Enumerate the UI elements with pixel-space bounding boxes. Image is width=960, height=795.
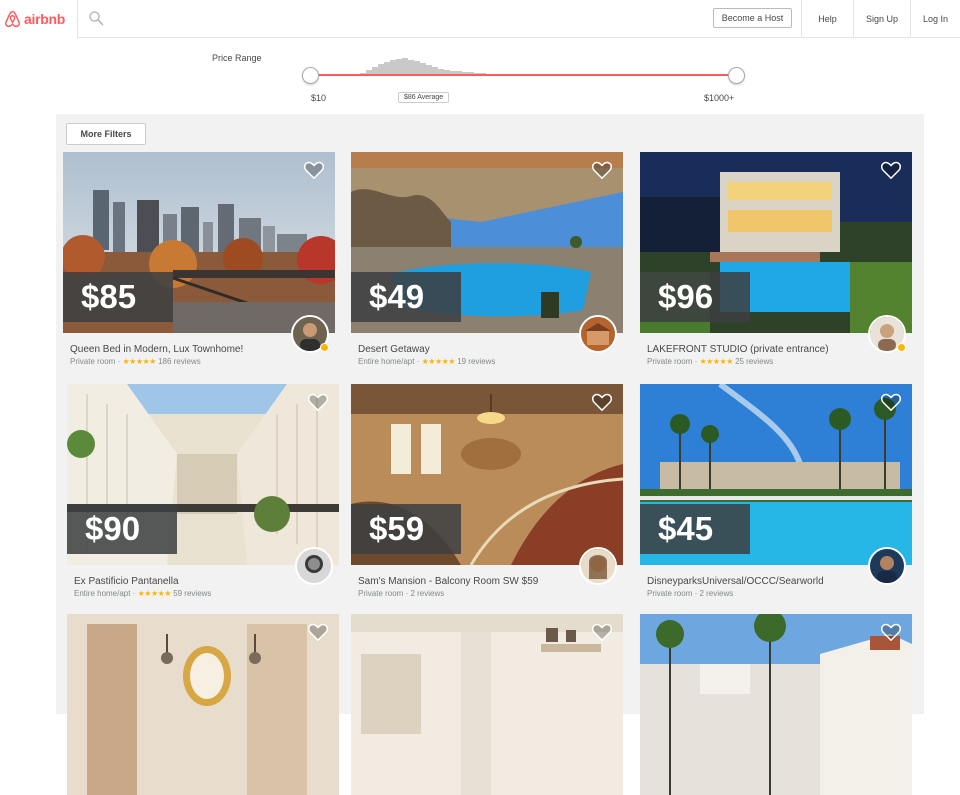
host-avatar-image [581, 549, 615, 583]
review-count: 2 reviews [410, 589, 445, 598]
listing-card[interactable]: $59 Sam's Mansion - Balcony Room SW $59 … [351, 384, 623, 598]
price-tag: $90 [67, 504, 177, 554]
room-type: Private room [70, 357, 116, 366]
heart-icon[interactable] [592, 623, 612, 641]
brand-name: airbnb [24, 11, 65, 27]
listing-title[interactable]: LAKEFRONT STUDIO (private entrance) [647, 344, 829, 355]
listing-photo[interactable]: $90 [67, 384, 339, 565]
price-tag: $96 [640, 272, 750, 322]
heart-icon[interactable] [308, 623, 328, 641]
price-min-handle[interactable] [302, 67, 319, 84]
heart-icon[interactable] [308, 393, 328, 411]
listing-title[interactable]: Sam's Mansion - Balcony Room SW $59 [358, 576, 538, 587]
more-filters-button[interactable]: More Filters [66, 123, 146, 145]
listing-photo[interactable]: $59 [351, 384, 623, 565]
price-min-label: $10 [311, 93, 327, 103]
price-tag: $49 [351, 272, 461, 322]
listing-card[interactable] [67, 614, 339, 795]
review-count: 19 reviews [457, 357, 496, 366]
listing-card[interactable]: $49 Desert Getaway Entire home/apt · ★★★… [351, 152, 623, 366]
listing-card[interactable]: $96 LAKEFRONT STUDIO (private entrance) … [640, 152, 912, 366]
top-navigation-bar: airbnb Become a Host Help Sign Up Log In [0, 0, 960, 38]
superhost-badge [320, 343, 329, 352]
host-avatar-image [870, 549, 904, 583]
star-rating: ★★★★★ [699, 357, 733, 366]
listing-meta: Private room · ★★★★★ 25 reviews [647, 357, 774, 366]
review-count: 186 reviews [158, 357, 201, 366]
search-icon[interactable] [88, 10, 104, 26]
room-type: Private room [358, 589, 404, 598]
room-type: Private room [647, 357, 693, 366]
listing-title[interactable]: Ex Pastificio Pantanella [74, 576, 179, 587]
listing-photo[interactable]: $49 [351, 152, 623, 333]
host-avatar[interactable] [295, 547, 333, 585]
heart-icon[interactable] [304, 161, 324, 179]
heart-icon[interactable] [881, 623, 901, 641]
price-tag: $59 [351, 504, 461, 554]
host-avatar[interactable] [579, 547, 617, 585]
room-type: Entire home/apt [74, 589, 131, 598]
price-range-label: Price Range [212, 53, 262, 63]
price-average-label: $86 Average [398, 92, 450, 103]
host-avatar[interactable] [579, 315, 617, 353]
airbnb-belo-icon [5, 10, 20, 28]
superhost-badge [897, 343, 906, 352]
host-avatar[interactable] [868, 547, 906, 585]
listing-title[interactable]: DisneyparksUniversal/OCCC/Searworld [647, 576, 824, 587]
review-count: 25 reviews [735, 357, 774, 366]
heart-icon[interactable] [592, 393, 612, 411]
sign-up-link[interactable]: Sign Up [853, 0, 910, 38]
listing-meta: Private room · 2 reviews [647, 589, 734, 598]
price-max-handle[interactable] [728, 67, 745, 84]
log-in-link[interactable]: Log In [910, 0, 960, 38]
listing-card[interactable] [351, 614, 623, 795]
heart-icon[interactable] [881, 161, 901, 179]
interior-chandelier-photo [67, 614, 339, 795]
price-tag: $45 [640, 504, 750, 554]
listing-meta: Private room · ★★★★★ 186 reviews [70, 357, 201, 366]
listing-photo[interactable]: $45 [640, 384, 912, 565]
interior-loft-photo [351, 614, 623, 795]
listing-card[interactable] [640, 614, 912, 795]
listing-photo[interactable]: $96 [640, 152, 912, 333]
heart-icon[interactable] [592, 161, 612, 179]
villa-exterior-photo [640, 614, 912, 795]
help-link[interactable]: Help [801, 0, 853, 38]
listing-title[interactable]: Queen Bed in Modern, Lux Townhome! [70, 344, 243, 355]
room-type: Entire home/apt [358, 357, 415, 366]
listing-card[interactable]: $90 Ex Pastificio Pantanella Entire home… [67, 384, 339, 598]
room-type: Private room [647, 589, 693, 598]
star-rating: ★★★★★ [137, 589, 172, 598]
listing-title[interactable]: Desert Getaway [358, 344, 430, 355]
airbnb-logo[interactable]: airbnb [0, 0, 78, 38]
star-rating: ★★★★★ [421, 357, 456, 366]
listing-meta: Entire home/apt · ★★★★★ 59 reviews [74, 589, 212, 598]
listing-meta: Private room · 2 reviews [358, 589, 445, 598]
review-count: 59 reviews [173, 589, 212, 598]
review-count: 2 reviews [699, 589, 734, 598]
listing-photo[interactable]: $85 [63, 152, 335, 333]
price-histogram [360, 58, 498, 75]
listing-meta: Entire home/apt · ★★★★★ 19 reviews [358, 357, 496, 366]
star-rating: ★★★★★ [122, 357, 156, 366]
price-max-label: $1000+ [704, 93, 735, 103]
host-avatar-image [581, 317, 615, 351]
listing-card[interactable]: $45 DisneyparksUniversal/OCCC/Searworld … [640, 384, 912, 598]
listing-photo[interactable] [351, 614, 623, 795]
heart-icon[interactable] [881, 393, 901, 411]
become-a-host-button[interactable]: Become a Host [713, 8, 792, 28]
price-slider-track[interactable] [311, 74, 737, 76]
price-tag: $85 [63, 272, 173, 322]
listing-photo[interactable] [67, 614, 339, 795]
listing-card[interactable]: $85 Queen Bed in Modern, Lux Townhome! P… [63, 152, 335, 366]
listing-photo[interactable] [640, 614, 912, 795]
host-avatar-image [297, 549, 331, 583]
